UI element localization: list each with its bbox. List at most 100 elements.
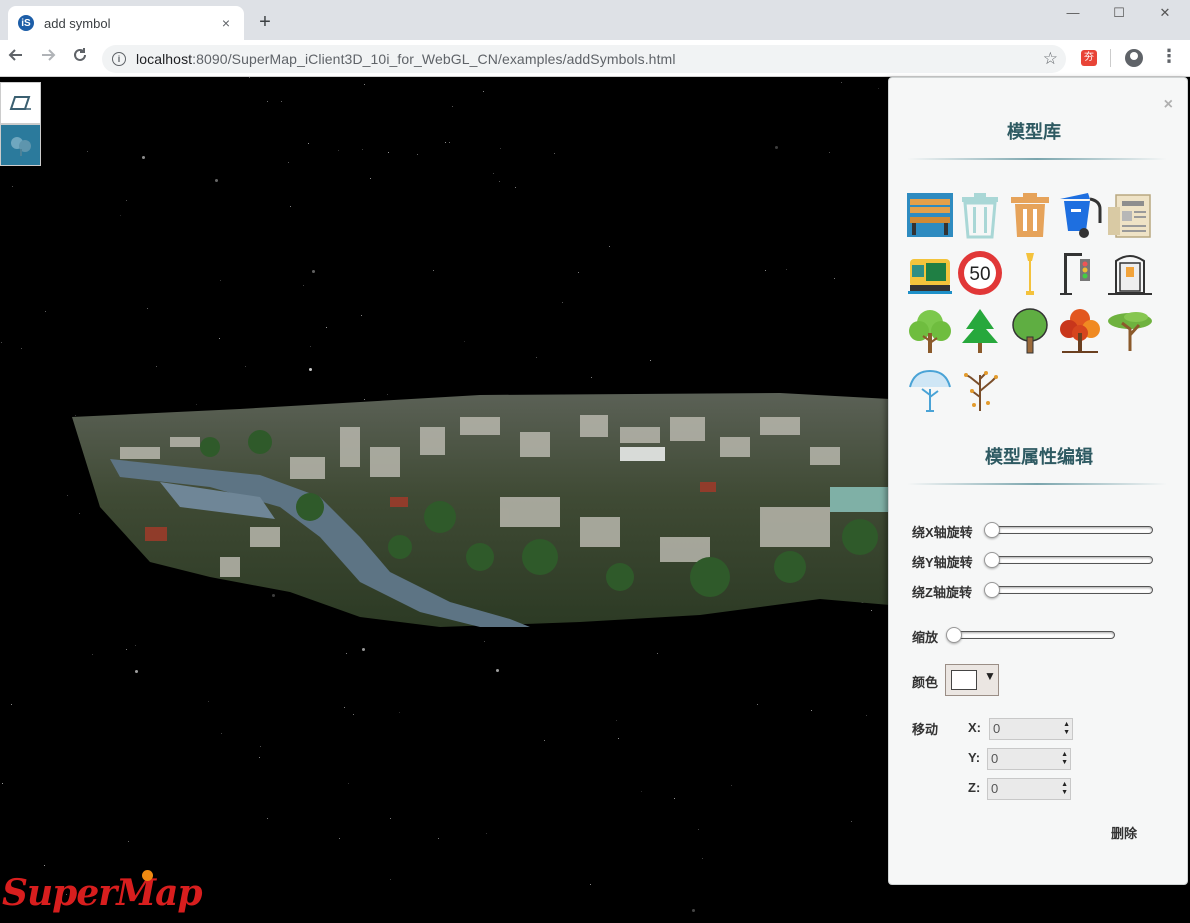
rotate-x-label: 绕X轴旋转 [912,525,973,540]
browser-tab[interactable]: iS add symbol × [8,6,244,40]
browser-menu-icon[interactable]: ⋮ [1160,46,1178,67]
star-dot [390,818,391,819]
eraser-icon [9,96,31,110]
slider-thumb[interactable] [984,552,1000,568]
star-dot [786,269,787,270]
symbol-item[interactable] [1006,306,1054,356]
scale-slider[interactable] [946,627,1115,643]
star-dot [120,215,121,216]
forward-button[interactable] [37,47,59,69]
star-dot [702,858,703,859]
bookmark-star-icon[interactable]: ☆ [1043,49,1058,69]
tab-close-icon[interactable]: × [218,15,234,31]
profile-avatar-icon[interactable] [1125,49,1143,67]
y-label: Y: [968,750,981,765]
symbol-item[interactable]: 50 [956,248,1004,298]
star-dot [221,733,222,734]
star-dot [829,152,830,153]
minimize-button[interactable]: — [1050,2,1096,24]
rotate-x-slider[interactable] [984,522,1153,538]
pine-tree-icon [962,309,998,353]
star-dot [147,308,148,309]
rotate-y-label: 绕Y轴旋转 [912,555,973,570]
reload-button[interactable] [69,47,91,69]
symbol-item[interactable] [956,306,1004,356]
star-dot [303,285,304,286]
symbol-item[interactable] [1106,248,1154,298]
star-dot [641,791,642,792]
clear-button[interactable] [0,82,41,124]
star-dot [464,341,465,342]
rotate-z-label: 绕Z轴旋转 [912,585,972,600]
slider-thumb[interactable] [984,522,1000,538]
move-y-input[interactable]: 0 ▲ ▼ [987,748,1071,770]
star-dot [499,181,500,182]
star-dot [449,142,450,143]
oak-tree-icon [1012,308,1048,354]
symbol-item[interactable] [1056,190,1104,240]
bare-tree-icon [964,371,998,411]
slider-thumb[interactable] [946,627,962,643]
symbol-item[interactable] [956,190,1004,240]
rotate-z-slider[interactable] [984,582,1153,598]
symbol-item[interactable] [1006,248,1054,298]
star-dot [765,270,766,271]
color-picker[interactable]: ▼ [945,664,999,696]
trash-bin-icon [1011,193,1049,237]
delete-button[interactable]: 删除 [1111,823,1137,842]
new-tab-button[interactable]: + [254,10,276,34]
star-dot [309,368,312,371]
symbol-item[interactable] [906,190,954,240]
url-text: localhost:8090/SuperMap_iClient3D_10i_fo… [136,51,676,67]
window-close-button[interactable]: ✕ [1142,2,1188,24]
scale-label: 缩放 [912,630,939,645]
star-dot [452,106,453,107]
move-z-input[interactable]: 0 ▲ ▼ [987,778,1071,800]
address-bar[interactable]: i localhost:8090/SuperMap_iClient3D_10i_… [102,45,1066,73]
newspaper-stand-icon [1108,194,1151,238]
star-dot [692,909,695,912]
supermap-favicon-icon: iS [18,15,34,31]
symbol-item[interactable] [956,364,1004,414]
symbol-item[interactable] [906,248,954,298]
star-dot [1,342,2,343]
rotate-y-slider[interactable] [984,552,1153,568]
symbol-library-button[interactable] [0,124,41,166]
symbol-item[interactable] [1056,306,1104,356]
symbol-item[interactable] [1006,190,1054,240]
star-dot [536,357,537,358]
symbol-item[interactable] [1106,190,1154,240]
star-dot [388,152,389,153]
star-dot [21,348,22,349]
star-dot [562,302,563,303]
move-x-input[interactable]: 0 ▲ ▼ [989,718,1073,740]
site-info-icon[interactable]: i [112,52,126,66]
dropdown-arrow-icon: ▼ [984,669,996,683]
star-dot [353,714,354,715]
acacia-tree-icon [1108,312,1152,351]
z-label: Z: [968,780,981,795]
symbol-item[interactable] [1106,306,1154,356]
star-dot [260,746,261,747]
back-button[interactable] [5,47,27,69]
symbol-item[interactable] [1056,248,1104,298]
browser-tabstrip: iS add symbol × + — ☐ ✕ [0,0,1190,40]
model-library-title: 模型库 [1007,122,1061,142]
panel-close-button[interactable]: × [1164,96,1173,114]
symbol-item[interactable] [906,364,954,414]
extension-icon[interactable]: 夯 [1081,50,1097,66]
round-tree-icon [909,310,951,353]
symbol-item[interactable] [906,306,954,356]
speed-limit-text: 50 [969,264,990,285]
spinner-arrows-icon[interactable]: ▲ ▼ [1061,751,1068,767]
maximize-button[interactable]: ☐ [1096,2,1142,24]
star-dot [618,738,619,739]
star-dot [362,648,365,651]
slider-thumb[interactable] [984,582,1000,598]
star-dot [2,783,3,784]
star-dot [390,879,391,880]
spinner-arrows-icon[interactable]: ▲ ▼ [1061,781,1068,797]
star-dot [483,91,484,92]
spinner-arrows-icon[interactable]: ▲ ▼ [1063,721,1070,737]
willow-tree-icon [909,369,951,412]
